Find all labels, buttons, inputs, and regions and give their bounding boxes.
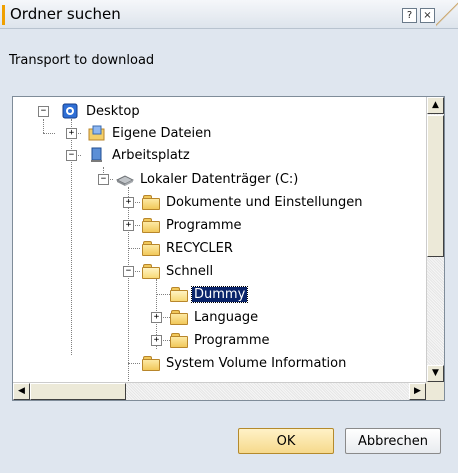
tree-item-eigene-dateien[interactable]: Eigene Dateien xyxy=(88,122,213,144)
horizontal-scroll-thumb[interactable] xyxy=(30,383,126,400)
scroll-up-arrow-icon[interactable]: ▲ xyxy=(427,97,444,114)
collapse-arbeitsplatz-toggle[interactable]: − xyxy=(66,150,77,161)
tree-item-label: Programme xyxy=(194,332,270,348)
collapse-desktop-toggle[interactable]: − xyxy=(38,106,49,117)
tree-item-programme[interactable]: Programme xyxy=(142,214,244,236)
tree-item-label: Desktop xyxy=(86,103,140,119)
folder-open-icon xyxy=(170,287,188,302)
collapse-local-disk-toggle[interactable]: − xyxy=(98,174,109,185)
vertical-scrollbar[interactable]: ▲ ▼ xyxy=(426,97,444,382)
tree-item-label: Schnell xyxy=(166,263,214,279)
scroll-down-arrow-icon[interactable]: ▼ xyxy=(427,365,444,382)
folder-icon xyxy=(142,218,160,233)
scrollbar-corner xyxy=(426,382,444,400)
close-button[interactable]: × xyxy=(420,8,435,23)
scroll-left-arrow-icon[interactable]: ◀ xyxy=(13,383,30,400)
expand-dokumente-toggle[interactable]: + xyxy=(123,197,134,208)
tree-item-recycler[interactable]: RECYCLER xyxy=(142,237,235,259)
my-documents-icon xyxy=(88,125,105,141)
folder-icon xyxy=(142,195,160,210)
ok-button[interactable]: OK xyxy=(238,428,334,454)
window-title: Ordner suchen xyxy=(10,5,121,23)
tree-item-schnell[interactable]: Schnell xyxy=(142,260,215,282)
tree-item-label: Dummy xyxy=(190,285,249,303)
tree-item-language[interactable]: Language xyxy=(170,306,260,328)
tree-item-local-disk[interactable]: Lokaler Datenträger (C:) xyxy=(116,168,300,190)
folder-open-icon xyxy=(142,264,160,279)
folder-tree[interactable]: − Desktop + Eigene Dateien − Arbeitsplat… xyxy=(12,96,445,401)
expand-programme-toggle[interactable]: + xyxy=(123,220,134,231)
tree-item-dummy[interactable]: Dummy xyxy=(170,283,249,305)
tree-item-label: Programme xyxy=(166,217,242,233)
tree-item-label: Language xyxy=(194,309,259,325)
horizontal-scrollbar[interactable]: ◀ ▶ xyxy=(13,382,426,400)
title-corner-decoration xyxy=(436,0,458,28)
help-button[interactable]: ? xyxy=(402,8,417,23)
title-accent xyxy=(2,5,5,25)
expand-language-toggle[interactable]: + xyxy=(151,312,162,323)
vertical-scroll-thumb[interactable] xyxy=(427,115,444,257)
tree-item-label: Eigene Dateien xyxy=(112,125,212,141)
tree-item-programme-sub[interactable]: Programme xyxy=(170,329,272,351)
my-computer-icon xyxy=(91,147,102,162)
tree-item-desktop[interactable]: Desktop xyxy=(62,100,142,122)
tree-item-label: RECYCLER xyxy=(166,240,233,256)
folder-icon xyxy=(170,310,188,325)
collapse-schnell-toggle[interactable]: − xyxy=(123,266,134,277)
hard-drive-icon xyxy=(116,175,134,186)
tree-item-dokumente[interactable]: Dokumente und Einstellungen xyxy=(142,191,364,213)
tree-item-label: Arbeitsplatz xyxy=(112,147,190,163)
expand-programme-sub-toggle[interactable]: + xyxy=(151,335,162,346)
tree-item-system-volume[interactable]: System Volume Information xyxy=(142,352,348,374)
title-bar: Ordner suchen ? × xyxy=(0,0,458,29)
tree-item-label: Dokumente und Einstellungen xyxy=(166,194,363,210)
folder-icon xyxy=(142,241,160,256)
cancel-button[interactable]: Abbrechen xyxy=(345,428,441,454)
desktop-icon xyxy=(62,103,78,119)
folder-icon xyxy=(170,333,188,348)
tree-item-label: System Volume Information xyxy=(166,355,347,371)
tree-item-label: Lokaler Datenträger (C:) xyxy=(140,171,299,187)
expand-eigene-dateien-toggle[interactable]: + xyxy=(66,128,77,139)
folder-icon xyxy=(142,356,160,371)
tree-item-arbeitsplatz[interactable]: Arbeitsplatz xyxy=(88,144,192,166)
scroll-right-arrow-icon[interactable]: ▶ xyxy=(409,383,426,400)
dialog-prompt: Transport to download xyxy=(9,53,155,68)
